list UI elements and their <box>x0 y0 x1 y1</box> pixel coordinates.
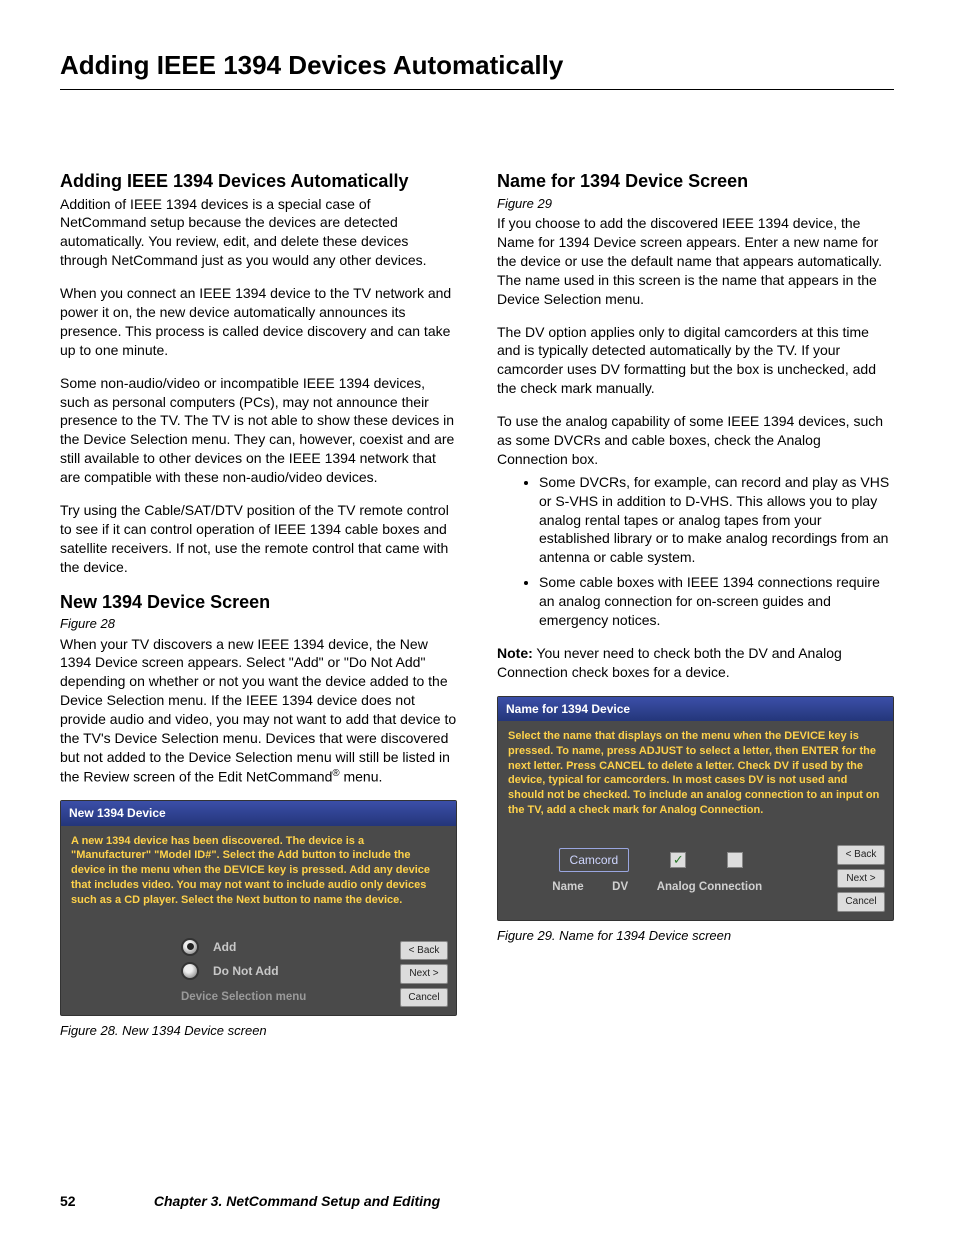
para: To use the analog capability of some IEE… <box>497 412 894 469</box>
dv-checkbox[interactable]: ✓ <box>670 852 686 868</box>
para: When your TV discovers a new IEEE 1394 d… <box>60 635 457 787</box>
right-column: Name for 1394 Device Screen Figure 29 If… <box>497 170 894 1040</box>
heading-adding-devices: Adding IEEE 1394 Devices Automatically <box>60 170 457 193</box>
cancel-button[interactable]: Cancel <box>400 988 448 1008</box>
figure-ref-28: Figure 28 <box>60 615 457 633</box>
list-item: Some cable boxes with IEEE 1394 connecti… <box>539 573 894 630</box>
page-title: Adding IEEE 1394 Devices Automatically <box>60 50 894 90</box>
next-button[interactable]: Next > <box>837 869 885 889</box>
figure-28-caption: Figure 28. New 1394 Device screen <box>60 1022 457 1040</box>
note: Note: You never need to check both the D… <box>497 644 894 682</box>
dialog-title: New 1394 Device <box>61 801 456 825</box>
heading-name-for-1394-device-screen: Name for 1394 Device Screen <box>497 170 894 193</box>
left-column: Adding IEEE 1394 Devices Automatically A… <box>60 170 457 1040</box>
para: When you connect an IEEE 1394 device to … <box>60 284 457 360</box>
name-label: Name <box>552 880 583 896</box>
note-text: You never need to check both the DV and … <box>497 645 842 680</box>
name-input[interactable]: Camcord <box>559 848 630 872</box>
next-button[interactable]: Next > <box>400 964 448 984</box>
radio-add-label: Add <box>213 939 236 955</box>
radio-do-not-add-label: Do Not Add <box>213 963 279 979</box>
page-footer: 52 Chapter 3. NetCommand Setup and Editi… <box>60 1193 894 1209</box>
analog-connection-label: Analog Connection <box>657 880 762 896</box>
list-item: Some DVCRs, for example, can record and … <box>539 473 894 567</box>
radio-add[interactable] <box>181 938 199 956</box>
note-label: Note: <box>497 645 533 661</box>
dialog-title: Name for 1394 Device <box>498 697 893 721</box>
dv-label: DV <box>612 880 628 896</box>
para-text: menu. <box>340 768 383 784</box>
para: Addition of IEEE 1394 devices is a speci… <box>60 195 457 271</box>
para-text: When your TV discovers a new IEEE 1394 d… <box>60 636 456 785</box>
figure-29-caption: Figure 29. Name for 1394 Device screen <box>497 927 894 945</box>
back-button[interactable]: < Back <box>400 941 448 961</box>
chapter-title: Chapter 3. NetCommand Setup and Editing <box>154 1193 440 1209</box>
figure-28-screenshot: New 1394 Device A new 1394 device has be… <box>60 800 457 1016</box>
figure-ref-29: Figure 29 <box>497 195 894 213</box>
radio-do-not-add[interactable] <box>181 962 199 980</box>
dialog-instructions: A new 1394 device has been discovered. T… <box>71 834 446 908</box>
analog-connection-checkbox[interactable] <box>727 852 743 868</box>
registered-mark: ® <box>332 768 339 779</box>
heading-new-1394-device-screen: New 1394 Device Screen <box>60 591 457 614</box>
para: If you choose to add the discovered IEEE… <box>497 214 894 308</box>
cancel-button[interactable]: Cancel <box>837 892 885 912</box>
para: Try using the Cable/SAT/DTV position of … <box>60 501 457 577</box>
page-number: 52 <box>60 1193 150 1209</box>
para: Some non-audio/video or incompatible IEE… <box>60 374 457 487</box>
figure-29-screenshot: Name for 1394 Device Select the name tha… <box>497 696 894 921</box>
para: The DV option applies only to digital ca… <box>497 323 894 399</box>
dialog-instructions: Select the name that displays on the men… <box>508 729 883 818</box>
back-button[interactable]: < Back <box>837 845 885 865</box>
